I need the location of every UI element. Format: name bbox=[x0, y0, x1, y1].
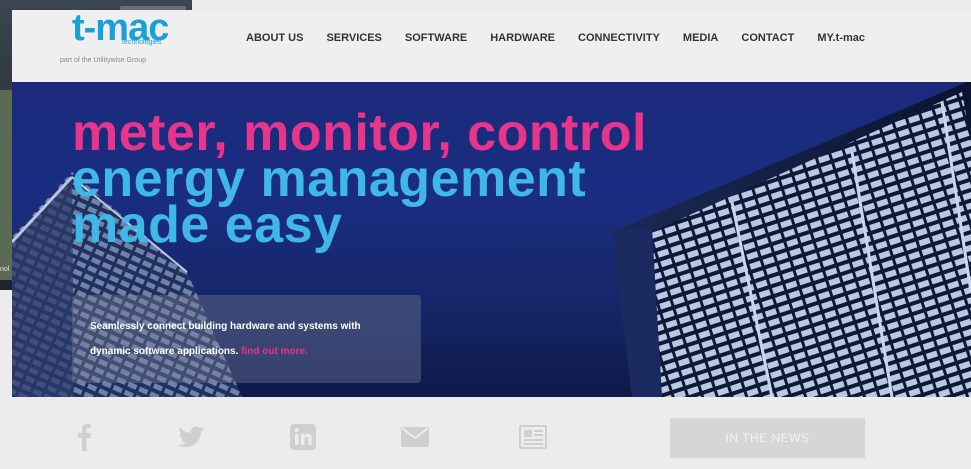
nav-software[interactable]: SOFTWARE bbox=[405, 32, 467, 44]
nav-contact[interactable]: CONTACT bbox=[741, 32, 794, 44]
logo-tagline: part of the Utilitywise Group bbox=[60, 57, 146, 64]
newsletter-icon[interactable] bbox=[518, 423, 548, 451]
nav-about-us[interactable]: ABOUT US bbox=[246, 32, 303, 44]
callout-text-line2-body: dynamic software applications. bbox=[90, 346, 239, 357]
facebook-icon[interactable] bbox=[70, 423, 100, 451]
email-icon[interactable] bbox=[400, 423, 430, 451]
hero-headline-line3: made easy bbox=[72, 196, 343, 254]
nav-connectivity[interactable]: CONNECTIVITY bbox=[578, 32, 660, 44]
linkedin-icon[interactable] bbox=[288, 423, 318, 451]
site-header: t-mac technologies part of the Utilitywi… bbox=[12, 10, 971, 82]
callout-text-line1: Seamlessly connect building hardware and… bbox=[90, 321, 361, 332]
nav-media[interactable]: MEDIA bbox=[683, 32, 718, 44]
in-the-news-button[interactable]: IN THE NEWS bbox=[670, 418, 865, 458]
hero-callout-box: Seamlessly connect building hardware and… bbox=[72, 295, 421, 383]
website-window: t-mac technologies part of the Utilitywi… bbox=[12, 10, 971, 469]
find-out-more-link[interactable]: find out more. bbox=[241, 346, 308, 357]
background-window-label: nol bbox=[0, 266, 10, 273]
logo-subtitle: technologies bbox=[122, 39, 162, 46]
twitter-icon[interactable] bbox=[176, 423, 206, 451]
nav-my-tmac[interactable]: MY.t-mac bbox=[817, 32, 865, 44]
main-nav: ABOUT US SERVICES SOFTWARE HARDWARE CONN… bbox=[246, 32, 888, 44]
background-window-strip bbox=[0, 90, 12, 280]
nav-services[interactable]: SERVICES bbox=[326, 32, 381, 44]
callout-text-line2: dynamic software applications. find out … bbox=[90, 346, 420, 358]
nav-hardware[interactable]: HARDWARE bbox=[490, 32, 555, 44]
social-strip: IN THE NEWS bbox=[12, 397, 971, 469]
hero-banner: meter, monitor, control energy managemen… bbox=[12, 82, 971, 397]
